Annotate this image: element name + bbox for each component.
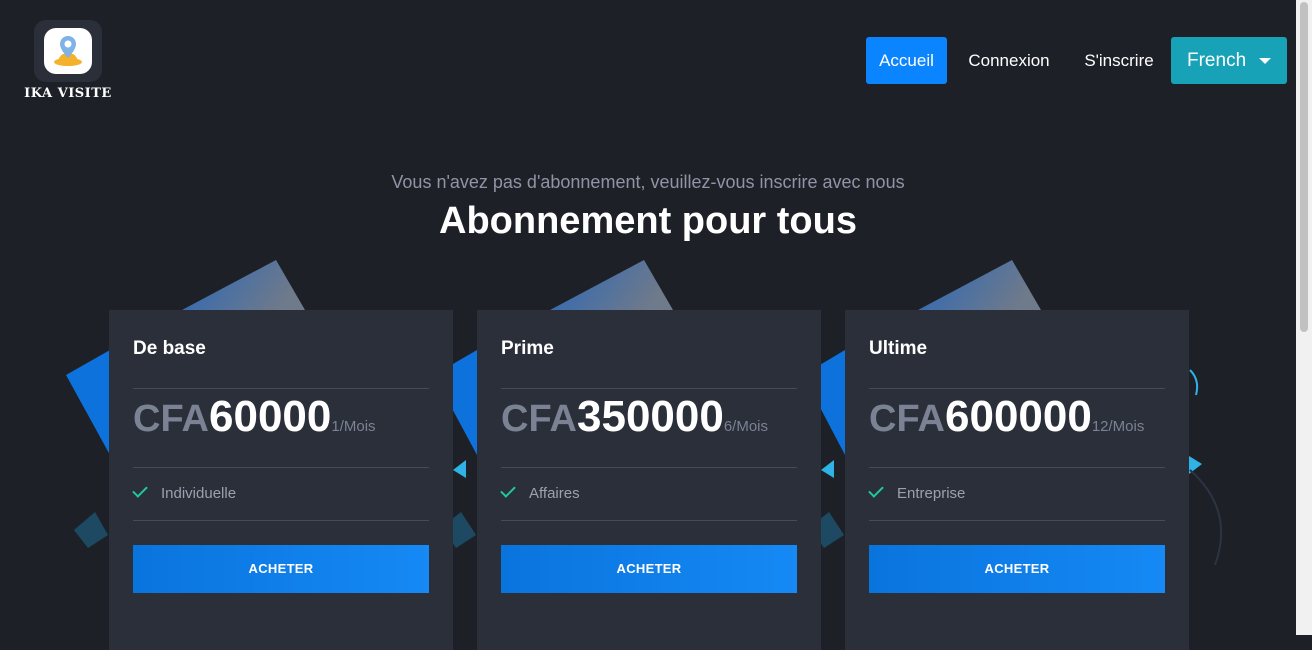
divider: [501, 467, 797, 468]
check-icon: [868, 482, 884, 498]
plan-name: De base: [133, 338, 206, 359]
plan-amount: 350000: [577, 392, 724, 441]
plan-feature: Individuelle: [132, 482, 237, 502]
map-pin-icon: [44, 28, 92, 74]
nav-register[interactable]: S'inscrire: [1073, 37, 1165, 84]
check-icon: [132, 482, 148, 498]
divider: [869, 467, 1165, 468]
plan-currency: CFA: [133, 398, 209, 440]
plan-currency: CFA: [869, 398, 945, 440]
plan-feature-label: Individuelle: [161, 485, 237, 502]
logo[interactable]: IKA VISITE: [22, 20, 114, 101]
plan-period: 12/Mois: [1091, 418, 1145, 435]
language-dropdown[interactable]: French: [1171, 37, 1287, 84]
buy-button[interactable]: ACHETER: [501, 545, 797, 593]
divider: [133, 520, 429, 521]
hero-title: Abonnement pour tous: [439, 200, 857, 242]
buy-button[interactable]: ACHETER: [869, 545, 1165, 593]
nav-login[interactable]: Connexion: [958, 37, 1060, 84]
plan-price: CFA60000012/Mois: [869, 392, 1144, 442]
language-label: French: [1187, 50, 1247, 71]
buy-button[interactable]: ACHETER: [133, 545, 429, 593]
plan-card-ultimate: Ultime CFA60000012/Mois Entreprise ACHET…: [845, 310, 1189, 650]
logo-tile: [34, 20, 102, 82]
plan-amount: 600000: [945, 392, 1092, 441]
plan-feature: Affaires: [500, 482, 580, 502]
check-icon: [500, 482, 516, 498]
plan-period: 1/Mois: [331, 418, 376, 435]
divider: [501, 388, 797, 389]
divider: [869, 520, 1165, 521]
plan-amount: 60000: [209, 392, 332, 441]
scrollbar-thumb[interactable]: [1300, 2, 1308, 332]
plan-name: Prime: [501, 338, 554, 359]
divider: [869, 388, 1165, 389]
plan-price: CFA600001/Mois: [133, 392, 376, 442]
plan-price: CFA3500006/Mois: [501, 392, 768, 442]
plan-card-basic: De base CFA600001/Mois Individuelle ACHE…: [109, 310, 453, 650]
plan-feature-label: Affaires: [529, 485, 580, 502]
brand-name: IKA VISITE: [24, 86, 112, 101]
divider: [133, 467, 429, 468]
divider: [133, 388, 429, 389]
scrollbar[interactable]: [1296, 0, 1312, 635]
plan-period: 6/Mois: [723, 418, 769, 435]
plan-name: Ultime: [869, 338, 928, 359]
plan-card-prime: Prime CFA3500006/Mois Affaires ACHETER: [477, 310, 821, 650]
divider: [501, 520, 797, 521]
plan-feature: Entreprise: [868, 482, 966, 502]
hero-subtitle: Vous n'avez pas d'abonnement, veuillez-v…: [391, 172, 905, 192]
caret-down-icon: [1259, 58, 1271, 64]
plan-currency: CFA: [501, 398, 577, 440]
plan-feature-label: Entreprise: [897, 485, 966, 502]
nav-home[interactable]: Accueil: [866, 37, 947, 84]
